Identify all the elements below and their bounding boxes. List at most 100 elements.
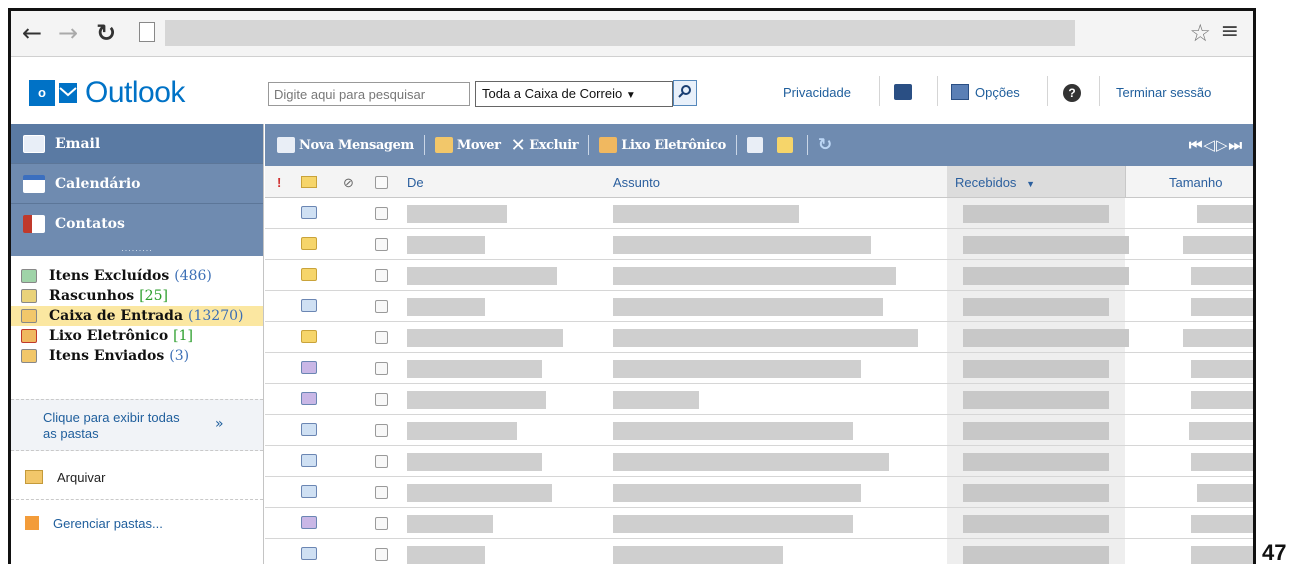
options-icon[interactable] — [951, 84, 969, 100]
received-cell-redacted — [963, 453, 1109, 471]
row-checkbox[interactable] — [375, 424, 388, 437]
nav-contacts-label: Contatos — [55, 216, 125, 232]
search-input[interactable]: Digite aqui para pesquisar — [268, 82, 470, 106]
table-row[interactable] — [265, 477, 1253, 508]
browser-window: ← → ↻ ☆ ≡ o Outlook Digite aqui para pes… — [8, 8, 1256, 564]
from-cell-redacted — [407, 360, 542, 378]
row-checkbox[interactable] — [375, 238, 388, 251]
resize-grip[interactable]: ......... — [11, 244, 263, 256]
sign-out-link[interactable]: Terminar sessão — [1116, 85, 1211, 100]
row-checkbox[interactable] — [375, 362, 388, 375]
new-message-button[interactable]: Nova Mensagem — [277, 137, 414, 153]
subject-column-header[interactable]: Assunto — [613, 175, 660, 190]
nav-email[interactable]: Email — [11, 124, 263, 164]
row-checkbox[interactable] — [375, 393, 388, 406]
nav-contacts[interactable]: Contatos — [11, 204, 263, 244]
folder-count: [25] — [139, 288, 168, 304]
attachment-column-icon[interactable]: ⊘ — [343, 175, 354, 191]
mark-read-button[interactable] — [746, 137, 767, 153]
row-checkbox[interactable] — [375, 517, 388, 530]
table-row[interactable] — [265, 198, 1253, 229]
size-cell-redacted — [1191, 515, 1253, 533]
browser-menu-icon[interactable]: ≡ — [1221, 19, 1239, 44]
page-number: 47 — [1262, 540, 1287, 564]
table-row[interactable] — [265, 291, 1253, 322]
nav-calendar[interactable]: Calendário — [11, 164, 263, 204]
table-row[interactable] — [265, 353, 1253, 384]
row-checkbox[interactable] — [375, 331, 388, 344]
received-column-header[interactable]: Recebidos ▼ — [947, 166, 1125, 197]
message-type-column-icon[interactable] — [301, 176, 317, 188]
divider — [588, 135, 590, 155]
row-checkbox[interactable] — [375, 269, 388, 282]
divider — [735, 135, 737, 155]
search-button[interactable] — [673, 80, 697, 106]
archive-link[interactable]: Arquivar — [11, 462, 263, 492]
forward-icon[interactable]: → — [55, 19, 81, 47]
table-row[interactable] — [265, 415, 1253, 446]
read-mail-icon — [301, 547, 317, 560]
help-icon[interactable]: ? — [1063, 84, 1081, 102]
subject-cell-redacted — [613, 267, 896, 285]
pager: ⏮◁▷⏭ — [1189, 136, 1243, 154]
folder-sent-items[interactable]: Itens Enviados (3) — [11, 346, 263, 366]
row-checkbox[interactable] — [375, 207, 388, 220]
options-link[interactable]: Opções — [975, 85, 1020, 100]
table-row[interactable] — [265, 508, 1253, 539]
delete-icon: ✕ — [510, 134, 526, 156]
table-row[interactable] — [265, 322, 1253, 353]
read-mail-icon — [301, 454, 317, 467]
from-column-header[interactable]: De — [407, 175, 424, 190]
manage-folders-label: Gerenciar pastas... — [53, 515, 163, 531]
reload-icon[interactable]: ↻ — [93, 19, 119, 47]
navigation-pane: Email Calendário Contatos ......... Iten… — [11, 124, 264, 564]
search-scope-select[interactable]: Toda a Caixa de Correio ▼ — [475, 81, 673, 107]
select-all-checkbox[interactable] — [375, 176, 388, 189]
divider — [423, 135, 425, 155]
from-cell-redacted — [407, 515, 493, 533]
address-bar[interactable] — [165, 20, 1075, 46]
from-cell-redacted — [407, 422, 517, 440]
received-label: Recebidos — [955, 175, 1017, 190]
received-cell-redacted — [963, 484, 1109, 502]
last-page-icon[interactable]: ⏭ — [1228, 136, 1243, 154]
row-checkbox[interactable] — [375, 455, 388, 468]
row-checkbox[interactable] — [375, 548, 388, 561]
show-all-folders[interactable]: Clique para exibir todas as pastas » — [11, 399, 263, 451]
folder-count: (13270) — [188, 308, 244, 324]
manage-folders-link[interactable]: Gerenciar pastas... — [11, 508, 263, 538]
importance-column-icon[interactable]: ! — [277, 175, 281, 190]
row-checkbox[interactable] — [375, 486, 388, 499]
junk-button[interactable]: Lixo Eletrônico — [599, 137, 726, 153]
mark-unread-button[interactable] — [776, 137, 797, 153]
table-row[interactable] — [265, 384, 1253, 415]
folder-drafts[interactable]: Rascunhos [25] — [11, 286, 263, 306]
outlook-logo[interactable]: o Outlook — [29, 76, 185, 110]
address-book-icon[interactable] — [894, 84, 912, 100]
move-button[interactable]: Mover — [434, 137, 501, 153]
size-column-header[interactable]: Tamanho — [1169, 175, 1222, 190]
folder-deleted-items[interactable]: Itens Excluídos (486) — [11, 266, 263, 286]
unread-mail-icon — [301, 330, 317, 343]
next-page-icon[interactable]: ▷ — [1216, 136, 1229, 154]
previous-page-icon[interactable]: ◁ — [1203, 136, 1216, 154]
back-icon[interactable]: ← — [19, 19, 45, 47]
show-all-folders-line2: as pastas — [43, 426, 99, 441]
table-row[interactable] — [265, 539, 1253, 564]
row-checkbox[interactable] — [375, 300, 388, 313]
unread-mail-icon — [301, 237, 317, 250]
folder-junk[interactable]: Lixo Eletrônico [1] — [11, 326, 263, 346]
bookmark-star-icon[interactable]: ☆ — [1189, 19, 1211, 47]
folder-inbox[interactable]: Caixa de Entrada (13270) — [11, 306, 263, 326]
privacy-link[interactable]: Privacidade — [783, 85, 851, 100]
table-row[interactable] — [265, 229, 1253, 260]
delete-button[interactable]: ✕ Excluir — [511, 135, 579, 156]
table-row[interactable] — [265, 260, 1253, 291]
table-row[interactable] — [265, 446, 1253, 477]
from-cell-redacted — [407, 484, 552, 502]
subject-cell-redacted — [613, 360, 861, 378]
message-list — [265, 198, 1253, 564]
first-page-icon[interactable]: ⏮ — [1189, 136, 1204, 154]
refresh-button[interactable]: ↻ — [818, 135, 832, 155]
dropdown-arrow-icon: ▼ — [625, 90, 636, 101]
